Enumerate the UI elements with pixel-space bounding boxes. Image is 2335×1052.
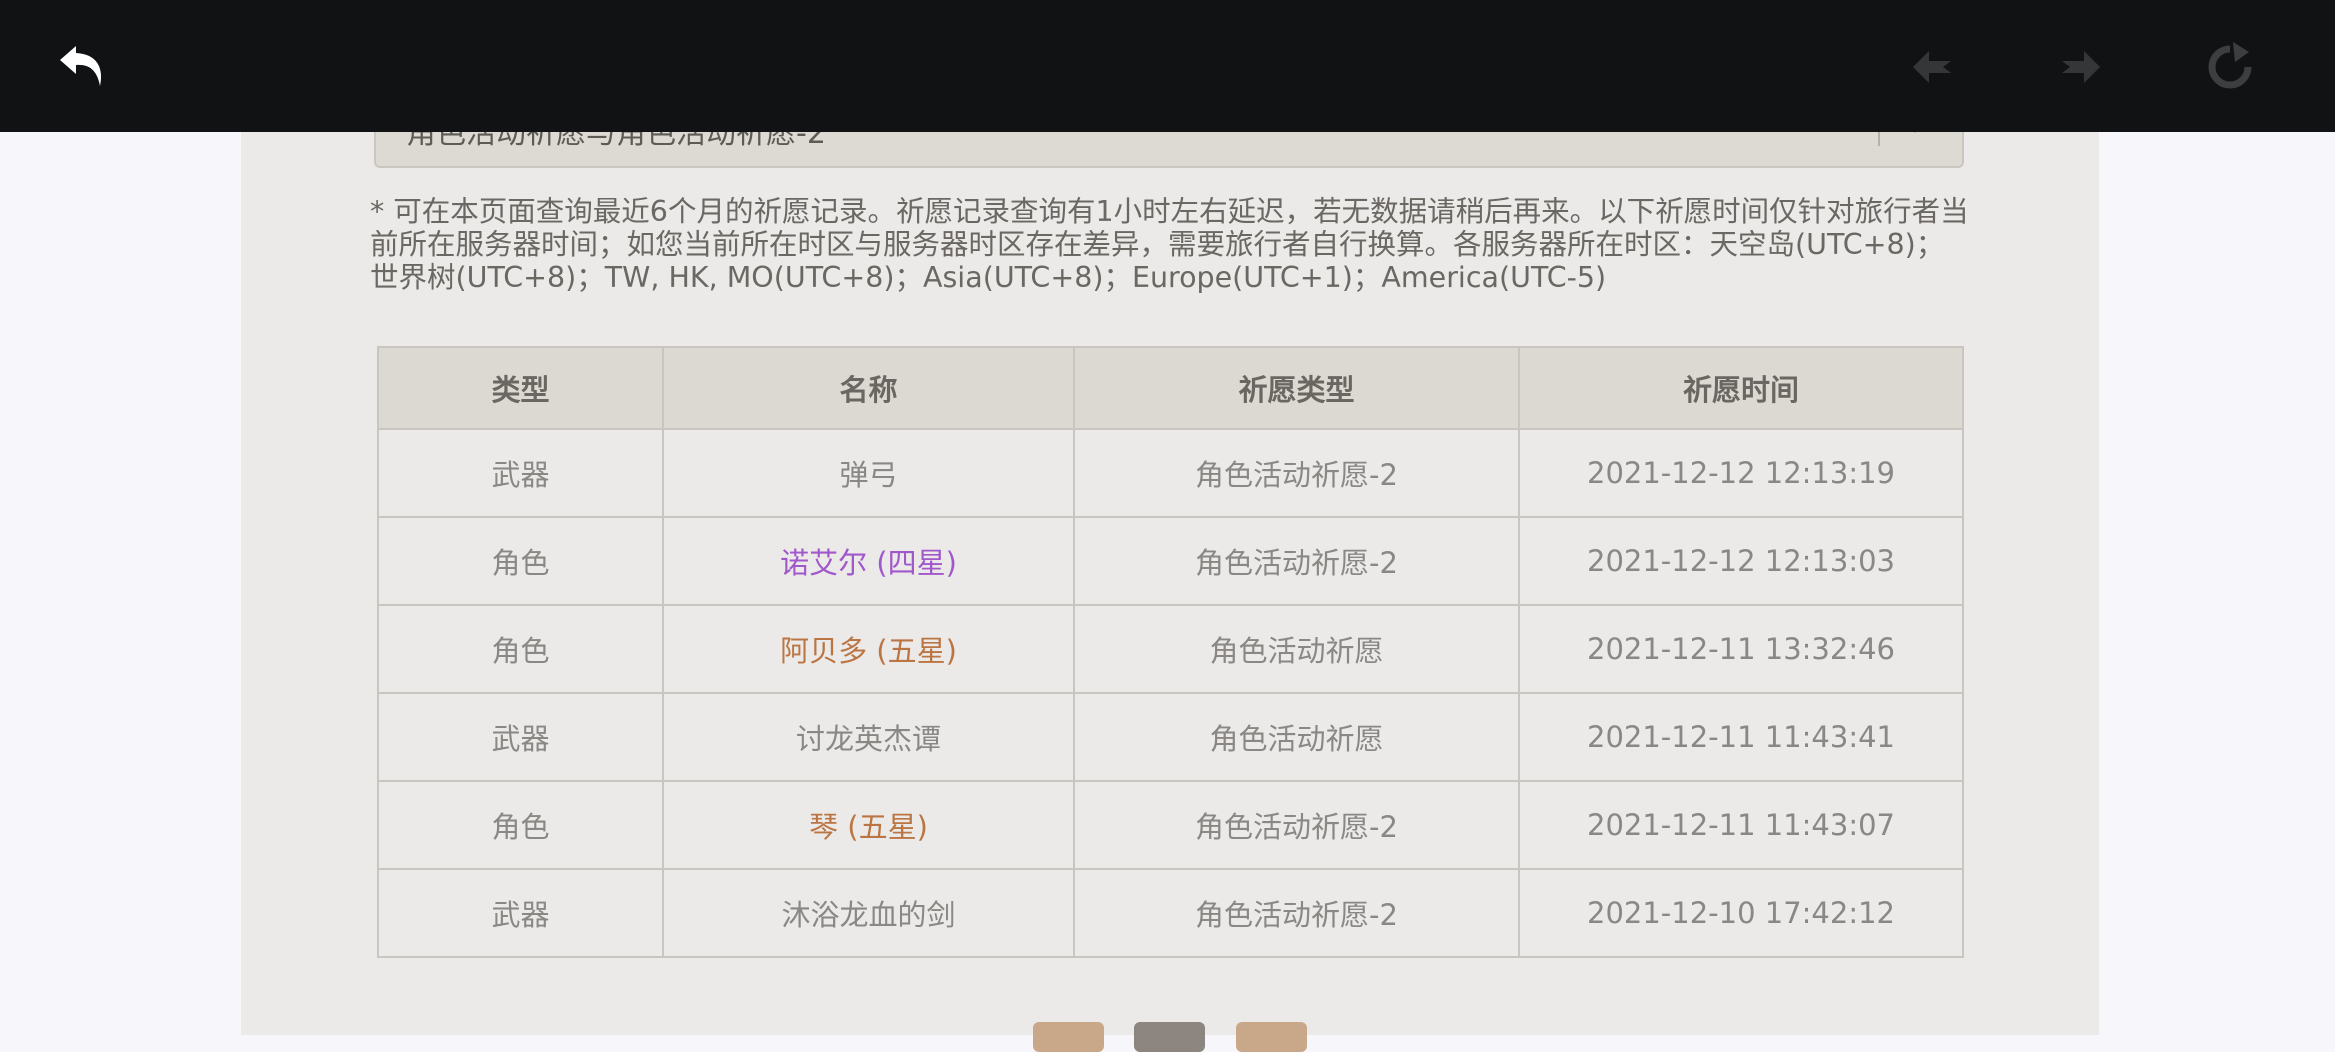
- nav-back-icon: [1913, 51, 1951, 83]
- cell-type: 武器: [377, 428, 664, 518]
- cell-type: 武器: [377, 692, 664, 782]
- pager-prev-button[interactable]: [1033, 1022, 1104, 1052]
- table-row: 武器 沐浴龙血的剑 角色活动祈愿-2 2021-12-10 17:42:12: [377, 868, 1964, 958]
- back-arrow-icon: [60, 46, 102, 86]
- cell-item-name: 诺艾尔 (四星): [662, 516, 1075, 606]
- cell-type: 角色: [377, 780, 664, 870]
- cell-wish-type: 角色活动祈愿: [1073, 604, 1520, 694]
- cell-wish-time: 2021-12-11 11:43:07: [1518, 780, 1964, 870]
- pager-current-button[interactable]: [1134, 1022, 1205, 1052]
- top-bar: [0, 0, 2335, 132]
- table-row: 角色 诺艾尔 (四星) 角色活动祈愿-2 2021-12-12 12:13:03: [377, 516, 1964, 606]
- page-forward-button[interactable]: [2045, 32, 2115, 102]
- refresh-icon: [2208, 42, 2252, 89]
- header-wish-time: 祈愿时间: [1518, 346, 1964, 430]
- cell-type: 角色: [377, 604, 664, 694]
- cell-wish-type: 角色活动祈愿-2: [1073, 780, 1520, 870]
- cell-wish-type: 角色活动祈愿-2: [1073, 868, 1520, 958]
- cell-wish-type: 角色活动祈愿-2: [1073, 516, 1520, 606]
- header-type: 类型: [377, 346, 664, 430]
- pager-next-button[interactable]: [1236, 1022, 1307, 1052]
- cell-wish-type: 角色活动祈愿: [1073, 692, 1520, 782]
- cell-item-name: 琴 (五星): [662, 780, 1075, 870]
- cell-wish-type: 角色活动祈愿-2: [1073, 428, 1520, 518]
- back-button[interactable]: [48, 32, 118, 102]
- cell-wish-time: 2021-12-12 12:13:19: [1518, 428, 1964, 518]
- table-header-row: 类型 名称 祈愿类型 祈愿时间: [377, 346, 1964, 430]
- notice-text: * 可在本页面查询最近6个月的祈愿记录。祈愿记录查询有1小时左右延迟，若无数据请…: [370, 195, 1969, 294]
- cell-wish-time: 2021-12-11 11:43:41: [1518, 692, 1964, 782]
- header-name: 名称: [662, 346, 1075, 430]
- table-row: 武器 讨龙英杰谭 角色活动祈愿 2021-12-11 11:43:41: [377, 692, 1964, 782]
- table-row: 武器 弹弓 角色活动祈愿-2 2021-12-12 12:13:19: [377, 428, 1964, 518]
- cell-wish-time: 2021-12-12 12:13:03: [1518, 516, 1964, 606]
- header-wish-type: 祈愿类型: [1073, 346, 1520, 430]
- wish-history-table: 类型 名称 祈愿类型 祈愿时间 武器 弹弓 角色活动祈愿-2 2021-12-12 1…: [377, 346, 1964, 958]
- cell-item-name: 弹弓: [662, 428, 1075, 518]
- cell-type: 武器: [377, 868, 664, 958]
- cell-item-name: 沐浴龙血的剑: [662, 868, 1075, 958]
- cell-item-name: 阿贝多 (五星): [662, 604, 1075, 694]
- cell-item-name: 讨龙英杰谭: [662, 692, 1075, 782]
- nav-forward-icon: [2062, 51, 2100, 83]
- cell-type: 角色: [377, 516, 664, 606]
- refresh-button[interactable]: [2195, 32, 2265, 102]
- cell-wish-time: 2021-12-11 13:32:46: [1518, 604, 1964, 694]
- table-row: 角色 阿贝多 (五星) 角色活动祈愿 2021-12-11 13:32:46: [377, 604, 1964, 694]
- table-row: 角色琴 (五星) 角色活动祈愿-2 2021-12-11 11:43:07: [377, 780, 1964, 870]
- page-back-button[interactable]: [1898, 32, 1968, 102]
- cell-wish-time: 2021-12-10 17:42:12: [1518, 868, 1964, 958]
